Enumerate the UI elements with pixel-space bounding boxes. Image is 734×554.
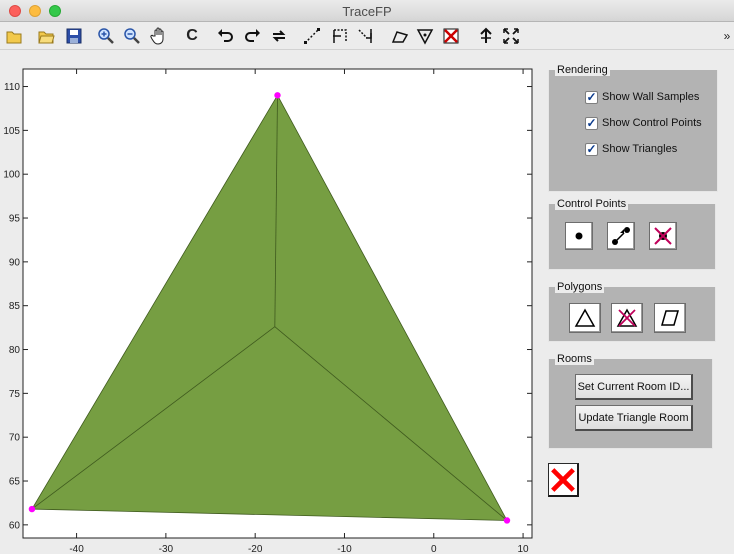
rooms-panel-title: Rooms: [555, 353, 594, 365]
rendering-panel: Rendering ✓ Show Wall Samples ✓ Show Con…: [548, 64, 718, 192]
control-points-panel-title: Control Points: [555, 198, 629, 210]
y-tick-label: 80: [9, 345, 21, 356]
save-icon[interactable]: [65, 27, 83, 45]
snap-icon[interactable]: [357, 27, 375, 45]
x-tick-label: -20: [248, 544, 263, 554]
open-folder-icon[interactable]: [37, 27, 55, 45]
show-wall-samples-checkbox[interactable]: ✓ Show Wall Samples: [585, 89, 699, 105]
delete-button[interactable]: [548, 463, 579, 497]
x-tick-label: 0: [431, 544, 437, 554]
polygons-panel-title: Polygons: [555, 281, 605, 293]
move-arrow-icon[interactable]: [477, 27, 495, 45]
show-triangles-checkbox[interactable]: ✓ Show Triangles: [585, 141, 677, 157]
refresh-icon[interactable]: [270, 27, 288, 45]
control-point-0: [274, 92, 281, 99]
y-tick-label: 100: [3, 170, 20, 181]
checkbox-checked-icon[interactable]: ✓: [585, 116, 598, 130]
plot-area[interactable]: -40 -30 -20 -10 0 10 60 65 70 75 80 85 90 95 100 105 110: [0, 51, 540, 554]
y-tick-label: 60: [9, 520, 21, 531]
line-dashed-icon[interactable]: [303, 27, 321, 45]
checkbox-checked-icon[interactable]: ✓: [585, 142, 598, 156]
y-tick-label: 90: [9, 257, 21, 268]
x-tick-label: -10: [337, 544, 352, 554]
y-tick-label: 85: [9, 301, 21, 312]
zoom-out-icon[interactable]: [123, 27, 141, 45]
tracefp-window: TraceFP C » -40 -30 -20 -10 0 10 60 65 7…: [0, 0, 734, 554]
delete-red-icon[interactable]: [442, 27, 460, 45]
red-x-icon: [551, 467, 575, 492]
show-triangles-label: Show Triangles: [602, 143, 678, 155]
toolbar-overflow-icon[interactable]: »: [718, 27, 734, 45]
show-control-points-checkbox[interactable]: ✓ Show Control Points: [585, 115, 702, 131]
title-bar: TraceFP: [0, 0, 734, 22]
undo-icon[interactable]: [216, 27, 234, 45]
move-point-icon: [612, 227, 630, 245]
y-tick-label: 65: [9, 477, 21, 488]
toolbar: C »: [0, 23, 734, 50]
polygons-panel: Polygons: [548, 281, 716, 342]
c-tool-icon[interactable]: C: [183, 27, 201, 45]
pan-hand-icon[interactable]: [150, 27, 168, 45]
set-current-room-id-button[interactable]: Set Current Room ID...: [575, 374, 693, 400]
parallelogram-icon: [661, 310, 679, 326]
checkbox-checked-icon[interactable]: ✓: [585, 90, 598, 104]
move-point-button[interactable]: [607, 222, 635, 250]
y-tick-label: 110: [4, 82, 20, 93]
window-title: TraceFP: [342, 4, 392, 19]
control-point-1: [28, 505, 36, 513]
show-control-points-label: Show Control Points: [602, 117, 702, 129]
rooms-panel: Rooms Set Current Room ID... Update Tria…: [548, 353, 713, 449]
triangle-icon: [574, 308, 596, 327]
polygon-draw-icon[interactable]: [391, 27, 409, 45]
control-points-panel: Control Points: [548, 198, 716, 270]
delete-triangle-icon: [616, 308, 638, 327]
control-point-2: [503, 517, 511, 524]
add-point-button[interactable]: [565, 222, 593, 250]
rendering-panel-title: Rendering: [555, 64, 610, 76]
new-file-icon[interactable]: [5, 27, 23, 45]
x-tick-label: -30: [159, 544, 174, 554]
x-tick-label: -40: [69, 544, 84, 554]
x-tick-label: 10: [518, 544, 530, 554]
show-wall-samples-label: Show Wall Samples: [602, 91, 700, 103]
y-tick-label: 105: [3, 126, 20, 137]
expand-arrows-icon[interactable]: [502, 27, 520, 45]
zoom-in-icon[interactable]: [97, 27, 115, 45]
redo-icon[interactable]: [244, 27, 262, 45]
triangle-down-icon[interactable]: [416, 27, 434, 45]
delete-point-icon: [654, 227, 672, 245]
delete-triangle-button[interactable]: [611, 303, 643, 333]
bracket-select-icon[interactable]: [331, 27, 349, 45]
add-triangle-button[interactable]: [569, 303, 601, 333]
y-tick-label: 95: [9, 214, 21, 225]
delete-point-button[interactable]: [649, 222, 677, 250]
draw-polygon-button[interactable]: [654, 303, 686, 333]
update-triangle-room-button[interactable]: Update Triangle Room: [575, 405, 693, 431]
y-tick-label: 70: [9, 433, 21, 444]
point-icon: [575, 232, 583, 240]
y-tick-label: 75: [9, 389, 21, 400]
triangulation-plot[interactable]: -40 -30 -20 -10 0 10 60 65 70 75 80 85 90 95 100 105 110: [0, 51, 540, 554]
